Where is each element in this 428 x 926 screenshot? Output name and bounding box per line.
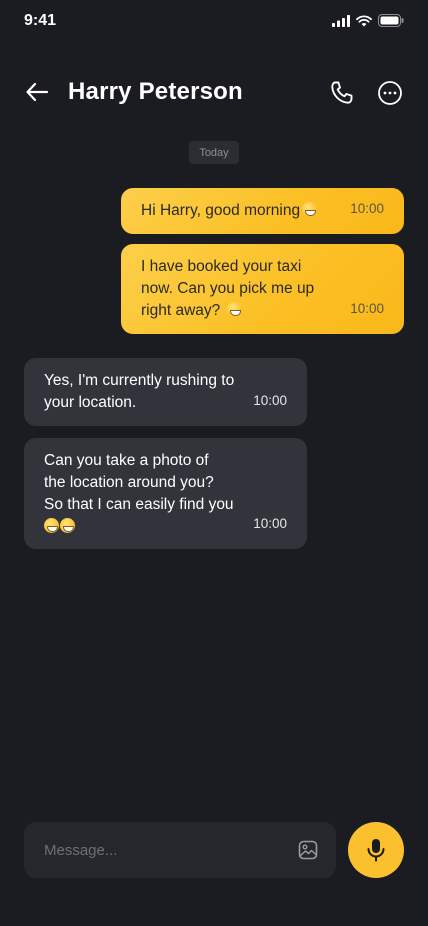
arrow-left-icon — [26, 82, 49, 102]
received-message[interactable]: Yes, I'm currently rushing to your locat… — [24, 358, 307, 426]
message-time: 10:00 — [253, 516, 287, 531]
back-button[interactable] — [22, 78, 52, 106]
voice-record-button[interactable] — [348, 822, 404, 878]
status-icons — [332, 14, 404, 27]
sent-message[interactable]: I have booked your taxi now. Can you pic… — [121, 244, 404, 334]
status-bar: 9:41 — [0, 0, 428, 44]
message-time: 10:00 — [350, 301, 384, 316]
message-text: Yes, I'm currently rushing to your locat… — [44, 372, 235, 411]
message-composer — [24, 822, 336, 878]
grinning-face-emoji — [302, 202, 318, 217]
message-input[interactable] — [44, 822, 284, 878]
call-button[interactable] — [326, 77, 358, 109]
status-time: 9:41 — [24, 12, 57, 29]
attach-image-button[interactable] — [298, 840, 318, 860]
message-time: 10:00 — [253, 393, 287, 408]
contact-name: Harry Peterson — [68, 78, 243, 105]
microphone-icon — [367, 839, 385, 862]
grinning-face-emoji — [226, 302, 242, 317]
message-text: I have booked your taxi now. Can you pic… — [141, 258, 315, 319]
wifi-icon — [356, 14, 372, 26]
sent-message[interactable]: Hi Harry, good morning 10:00 — [121, 188, 404, 234]
grinning-face-emoji — [44, 518, 59, 533]
image-icon — [298, 840, 318, 860]
battery-icon — [378, 14, 404, 27]
signal-icon — [332, 14, 350, 27]
chat-header: Harry Peterson — [0, 66, 428, 118]
received-message[interactable]: Can you take a photo of the location aro… — [24, 438, 307, 549]
message-time: 10:00 — [350, 201, 384, 216]
phone-icon — [331, 81, 353, 104]
date-separator: Today — [189, 141, 239, 164]
message-text: Can you take a photo of the location aro… — [44, 450, 287, 538]
message-text: Hi Harry, good morning — [141, 200, 384, 222]
more-options-button[interactable] — [374, 77, 406, 109]
more-icon — [378, 81, 402, 105]
grinning-face-emoji — [60, 518, 75, 533]
